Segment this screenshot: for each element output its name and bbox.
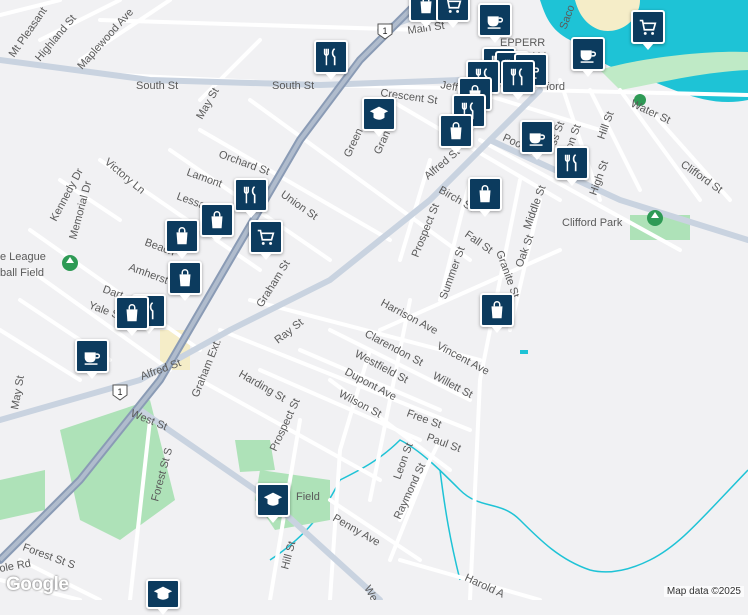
shopping-bag-icon[interactable] <box>165 219 199 259</box>
cart-icon[interactable] <box>436 0 470 28</box>
restaurant-icon[interactable] <box>555 146 589 186</box>
place-label-biddeford: ford <box>546 81 565 93</box>
park-tree-icon <box>647 210 663 226</box>
map-attribution[interactable]: Map data ©2025 <box>663 586 744 597</box>
shopping-bag-icon[interactable] <box>439 114 473 154</box>
svg-text:1: 1 <box>117 387 122 397</box>
place-label-clifford-park: Clifford Park <box>562 217 623 229</box>
cart-icon[interactable] <box>631 10 665 50</box>
coffee-icon[interactable] <box>478 3 512 43</box>
place-label-league-field-2: ball Field <box>0 267 44 279</box>
pond <box>520 350 528 354</box>
park-tree-icon <box>62 255 78 271</box>
coffee-icon[interactable] <box>75 339 109 379</box>
restaurant-icon[interactable] <box>314 40 348 80</box>
school-icon[interactable] <box>362 97 396 137</box>
cart-icon[interactable] <box>249 220 283 260</box>
school-icon[interactable] <box>146 579 180 615</box>
street-label: South St <box>136 80 178 92</box>
shopping-bag-icon[interactable] <box>468 177 502 217</box>
svg-text:1: 1 <box>382 26 387 36</box>
coffee-icon[interactable] <box>571 37 605 77</box>
street-label: South St <box>272 80 314 92</box>
shopping-bag-icon[interactable] <box>168 261 202 301</box>
coffee-icon[interactable] <box>520 120 554 160</box>
shopping-bag-icon[interactable] <box>200 203 234 243</box>
restaurant-icon[interactable] <box>501 60 535 100</box>
school-icon[interactable] <box>256 483 290 523</box>
shopping-bag-icon[interactable] <box>115 296 149 336</box>
place-label-league-field: e League <box>0 251 46 263</box>
google-logo[interactable]: Google <box>6 574 69 596</box>
restaurant-icon[interactable] <box>234 178 268 218</box>
place-label-field: Field <box>296 491 320 503</box>
shopping-bag-icon[interactable] <box>480 293 514 333</box>
map-canvas[interactable]: 1 1 Main St Mt Pleasant Highland St Mapl… <box>0 0 748 600</box>
